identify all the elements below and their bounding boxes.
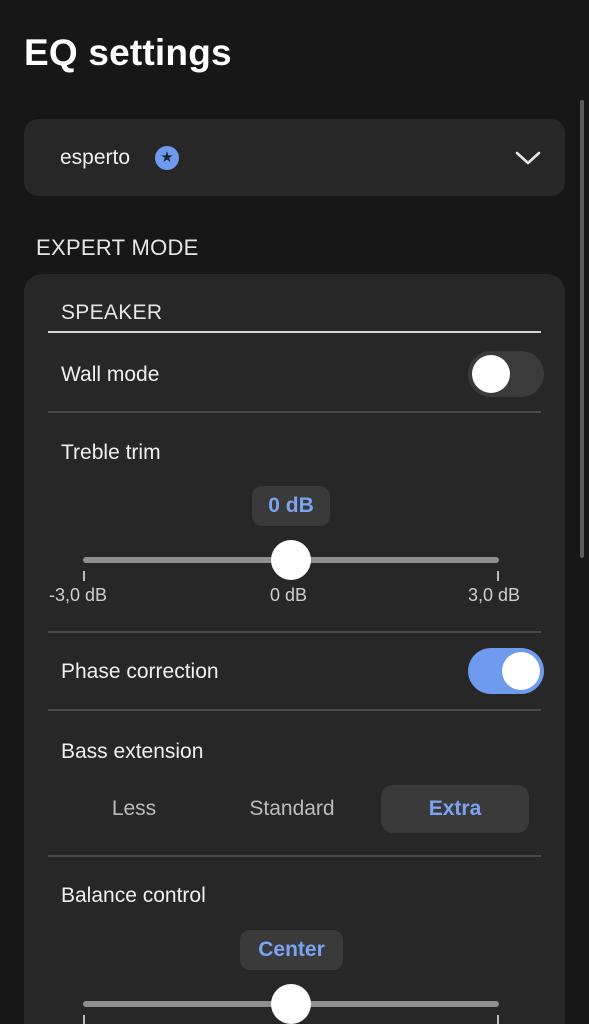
toggle-knob bbox=[502, 652, 540, 690]
row-divider bbox=[48, 855, 541, 857]
tick-mark bbox=[497, 571, 499, 581]
bass-option-extra[interactable]: Extra bbox=[381, 785, 529, 833]
phase-correction-label: Phase correction bbox=[61, 660, 219, 683]
treble-max-label: 3,0 dB bbox=[468, 585, 521, 605]
scrollbar[interactable] bbox=[580, 100, 584, 558]
balance-value: Center bbox=[240, 930, 343, 970]
toggle-knob bbox=[472, 355, 510, 393]
row-divider bbox=[48, 411, 541, 413]
tick-mark bbox=[83, 571, 85, 581]
treble-min-label: -3,0 dB bbox=[49, 585, 108, 605]
page-title: EQ settings bbox=[24, 32, 232, 73]
treble-trim-label: Treble trim bbox=[61, 441, 161, 464]
bass-extension-label: Bass extension bbox=[61, 740, 204, 763]
speaker-settings-card: SPEAKER Wall mode Treble trim 0 dB -3,0 … bbox=[24, 274, 565, 1024]
wall-mode-toggle[interactable] bbox=[468, 351, 544, 397]
bass-option-standard[interactable]: Standard bbox=[218, 785, 366, 833]
balance-slider-thumb[interactable] bbox=[271, 984, 311, 1024]
speaker-header: SPEAKER bbox=[61, 301, 163, 324]
star-icon: ★ bbox=[155, 146, 179, 170]
treble-trim-value: 0 dB bbox=[252, 486, 330, 526]
chevron-down-icon bbox=[515, 151, 541, 165]
preset-label: esperto bbox=[60, 146, 131, 169]
row-divider bbox=[48, 709, 541, 711]
speaker-header-divider bbox=[48, 331, 541, 333]
preset-dropdown[interactable]: esperto ★ bbox=[24, 119, 565, 196]
row-divider bbox=[48, 631, 541, 633]
phase-correction-toggle[interactable] bbox=[468, 648, 544, 694]
expert-mode-header: EXPERT MODE bbox=[36, 235, 199, 260]
tick-mark bbox=[497, 1015, 499, 1024]
balance-control-label: Balance control bbox=[61, 884, 206, 907]
treble-mid-label: 0 dB bbox=[270, 585, 308, 605]
bass-option-less[interactable]: Less bbox=[60, 785, 208, 833]
tick-mark bbox=[83, 1015, 85, 1024]
eq-settings-screen: EQ settings esperto ★ EXPERT MODE SPEAKE… bbox=[0, 0, 589, 1024]
wall-mode-label: Wall mode bbox=[61, 363, 160, 386]
treble-trim-slider-thumb[interactable] bbox=[271, 540, 311, 580]
